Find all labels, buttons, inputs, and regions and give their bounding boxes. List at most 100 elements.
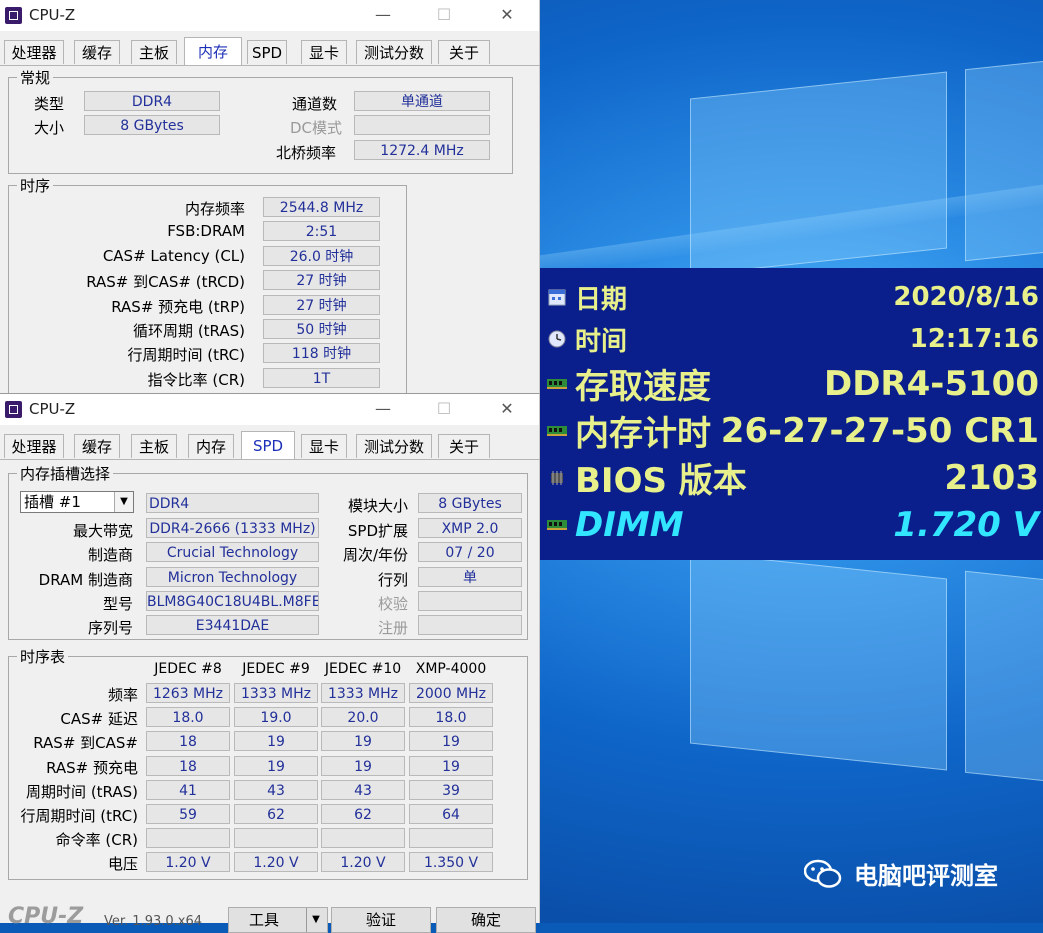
tab-memory[interactable]: 内存 [184, 37, 242, 65]
timing-label: 内存频率 [184, 200, 245, 218]
table-cell [321, 828, 405, 849]
window-logo-pane [965, 60, 1043, 262]
manufacturer-label: 制造商 [87, 546, 133, 564]
table-cell: 59 [146, 804, 230, 824]
spd-ext-label: SPD扩展 [347, 522, 408, 540]
minimize-icon[interactable]: — [372, 398, 394, 420]
max-bandwidth-field: DDR4-2666 (1333 MHz) [146, 518, 319, 538]
validate-button[interactable]: 验证 [331, 907, 431, 933]
tab-mainboard[interactable]: 主板 [131, 434, 177, 458]
cpuz-app-icon [5, 401, 22, 418]
overlay-value: 26-27-27-50 CR1 [720, 410, 1039, 451]
channels-label: 通道数 [292, 95, 338, 113]
overlay-value: 2103 [944, 457, 1039, 498]
tools-button[interactable]: 工具 ▼ [228, 907, 328, 933]
table-cell: 64 [409, 804, 493, 824]
registered-field [418, 615, 522, 635]
close-icon[interactable]: ✕ [496, 398, 518, 420]
tab-cpu[interactable]: 处理器 [4, 434, 64, 458]
window-title: CPU-Z [29, 6, 76, 24]
table-cell [234, 828, 318, 849]
dram-manufacturer-label: DRAM 制造商 [38, 571, 133, 589]
tab-memory[interactable]: 内存 [188, 434, 234, 458]
tab-graphics[interactable]: 显卡 [301, 434, 347, 458]
minimize-icon[interactable]: — [372, 4, 394, 26]
dc-mode-field [354, 115, 490, 135]
table-cell: 41 [146, 779, 230, 800]
table-cell: 43 [321, 779, 405, 800]
wechat-icon [803, 859, 842, 889]
watermark: 电脑吧评测室 [803, 856, 998, 891]
version-label: Ver. 1.93.0.x64 [104, 914, 203, 929]
tab-bar: 处理器 缓存 主板 内存 SPD 显卡 测试分数 关于 [0, 431, 540, 459]
tab-caches[interactable]: 缓存 [74, 434, 120, 458]
timing-label: 循环周期 (tRAS) [133, 322, 245, 340]
timing-label: FSB:DRAM [167, 222, 245, 241]
chevron-down-icon[interactable]: ▼ [114, 492, 133, 512]
overlay-label: 存取速度 [575, 367, 711, 407]
tab-graphics[interactable]: 显卡 [301, 40, 347, 64]
timing-label: RAS# 到CAS# (tRCD) [86, 273, 245, 292]
overlay-label: BIOS 版本 [575, 461, 747, 501]
maximize-icon[interactable]: ☐ [433, 4, 455, 26]
table-cell: 1.20 V [146, 852, 230, 873]
tab-caches[interactable]: 缓存 [74, 40, 120, 64]
title-bar[interactable]: CPU-Z — ☐ ✕ [0, 394, 539, 425]
close-icon[interactable]: ✕ [496, 4, 518, 26]
table-cell: 1.350 V [409, 852, 493, 873]
cpuz-logo: CPU-Z [8, 904, 84, 929]
chevron-down-icon[interactable]: ▼ [306, 908, 325, 932]
timing-field: 2:51 [263, 221, 380, 242]
overlay-label: 日期 [575, 284, 628, 315]
correction-label: 校验 [377, 595, 408, 613]
cpuz-window-spd: CPU-Z — ☐ ✕ 处理器 缓存 主板 内存 SPD 显卡 测试分数 关于 … [0, 393, 540, 933]
clock-icon [547, 329, 567, 349]
table-cell: 18 [146, 731, 230, 752]
tab-bench[interactable]: 测试分数 [356, 434, 432, 458]
registered-label: 注册 [377, 619, 408, 637]
table-cell: 1333 MHz [234, 683, 318, 703]
table-cell: 43 [234, 779, 318, 800]
tab-spd[interactable]: SPD [247, 40, 287, 64]
tab-about[interactable]: 关于 [438, 40, 490, 64]
tab-spd[interactable]: SPD [241, 431, 295, 459]
cpuz-window-memory: CPU-Z — ☐ ✕ 处理器 缓存 主板 内存 SPD 显卡 测试分数 关于 … [0, 0, 540, 400]
slot-select-value: 插槽 #1 [24, 493, 81, 511]
tab-cpu[interactable]: 处理器 [4, 40, 64, 64]
table-cell: 19 [409, 731, 493, 752]
table-cell: 1.20 V [321, 852, 405, 873]
column-header: XMP-4000 [415, 661, 487, 677]
slot-select[interactable]: 插槽 #1 ▼ [20, 491, 134, 513]
table-cell: 1333 MHz [321, 683, 405, 703]
overlay-row-bios: BIOS 版本 2103 [547, 454, 1039, 501]
maximize-icon[interactable]: ☐ [433, 398, 455, 420]
tab-divider [0, 459, 540, 460]
table-cell [409, 828, 493, 849]
timing-field: 26.0 时钟 [263, 245, 380, 266]
tab-about[interactable]: 关于 [438, 434, 490, 458]
window-logo-pane [690, 551, 947, 771]
memory-icon [547, 515, 567, 535]
title-bar[interactable]: CPU-Z — ☐ ✕ [0, 0, 539, 31]
size-field: 8 GBytes [84, 115, 220, 135]
hardware-info-overlay: 日期 2020/8/16 时间 12:17:16 存取速度 DDR4-5100 … [537, 268, 1043, 560]
group-label: 常规 [17, 67, 54, 88]
tab-bench[interactable]: 测试分数 [356, 40, 432, 64]
timing-field: 118 时钟 [263, 343, 380, 364]
tab-mainboard[interactable]: 主板 [131, 40, 177, 64]
table-row-label: 电压 [107, 855, 138, 874]
overlay-value: 2020/8/16 [893, 282, 1039, 312]
channels-field: 单通道 [354, 91, 490, 111]
table-cell: 19.0 [234, 707, 318, 728]
timing-label: RAS# 预充电 (tRP) [111, 297, 245, 316]
type-label: 类型 [34, 95, 65, 113]
column-header: JEDEC #9 [242, 661, 310, 677]
table-cell: 62 [234, 804, 318, 824]
module-size-field: 8 GBytes [418, 493, 522, 513]
serial-number-field: E3441DAE [146, 615, 319, 635]
watermark-text: 电脑吧评测室 [854, 862, 998, 890]
ok-button[interactable]: 确定 [436, 907, 536, 933]
size-label: 大小 [34, 119, 65, 137]
spd-ext-field: XMP 2.0 [418, 518, 522, 538]
table-row-label: RAS# 预充电 [46, 758, 138, 777]
